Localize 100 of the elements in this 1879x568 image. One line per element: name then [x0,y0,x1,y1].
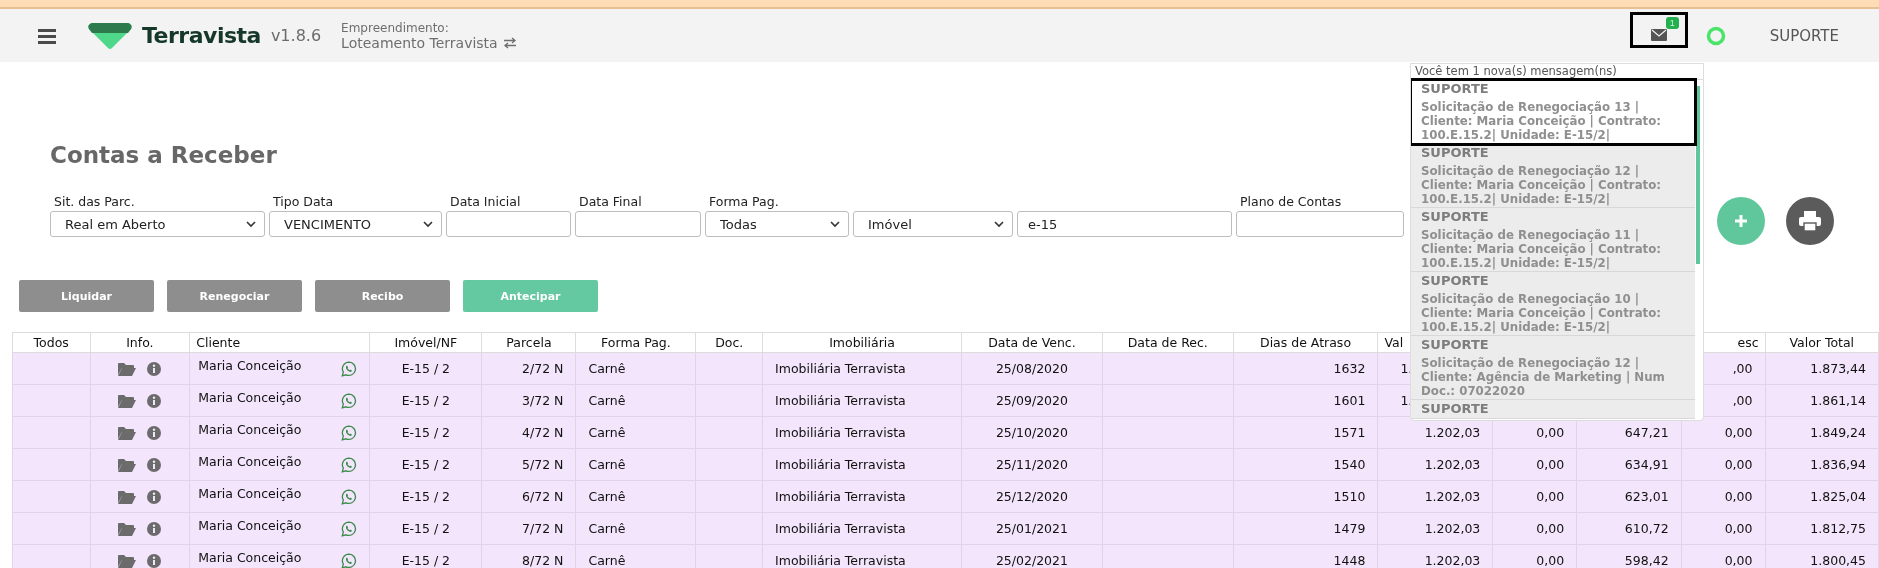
info-icon[interactable] [147,425,162,440]
table-cell: Carnê [588,361,626,376]
brand-name: Terravista [142,23,261,48]
table-cell: 25/10/2020 [995,425,1068,440]
field-label: Data Inicial [449,194,522,211]
dropdown-field[interactable]: Todas [705,211,849,237]
table-cell: 25/11/2020 [995,457,1068,472]
table-cell: 0,00 [1724,425,1753,440]
info-icon[interactable] [147,489,162,504]
logo-icon [88,22,132,49]
table-cell: Maria Conceição [198,358,302,373]
whatsapp-icon[interactable] [341,520,358,537]
column-header[interactable]: Info. [90,332,190,353]
message-text: Solicitação de Renegociação 11 | Cliente: Maria Conceição | Contrato: 100.E.15.2| Unidade: E-15/2| [1421,228,1663,270]
table-cell: E-15 / 2 [401,425,451,440]
info-icon[interactable] [147,457,162,472]
table-cell: 1632 [1333,361,1366,376]
column-header[interactable]: Cliente [189,332,370,353]
table-cell: Carnê [588,425,626,440]
folder-icon[interactable] [118,425,137,440]
table-cell: 4/72 N [522,425,564,440]
table-cell: 0,00 [1536,457,1565,472]
message-sender: SUPORTE [1421,400,1490,417]
chevron-icon [246,220,256,228]
status-ring-icon [1705,25,1726,46]
message-text: Solicitação de Renegociação 12 | Cliente: Agência de Marketing | Num Doc.: 07022020 [1421,356,1666,398]
table-cell: 3/72 N [522,393,564,408]
menu-icon[interactable] [38,27,56,44]
column-header[interactable]: Data de Venc. [961,332,1103,353]
table-cell: 623,01 [1624,489,1669,504]
info-icon[interactable] [147,393,162,408]
input-field[interactable] [575,211,701,237]
table-cell: Maria Conceição [198,486,302,501]
table-cell: 1540 [1333,457,1366,472]
table-cell: 1.825,04 [1810,489,1866,504]
project-label: Empreendimento: [341,20,450,35]
column-header[interactable]: Imobiliária [762,332,962,353]
table-cell: 1.812,75 [1810,521,1866,536]
input-field[interactable] [1236,211,1404,237]
user-menu[interactable]: SUPORTE [1763,25,1845,46]
dropdown-field[interactable]: VENCIMENTO [269,211,442,237]
field-label: Sit. das Parc. [53,194,136,211]
input-field[interactable] [446,211,571,237]
table-cell: 1.873,44 [1810,361,1866,376]
column-header[interactable]: Imóvel/NF [369,332,482,353]
field-label: Forma Pag. [708,194,780,211]
folder-icon[interactable] [118,361,137,376]
table-cell: Maria Conceição [198,550,302,565]
table-cell: Imobiliária Terravista [775,489,906,504]
column-header[interactable]: Todos [12,332,90,353]
plus-icon [1733,213,1749,229]
table-cell: 634,91 [1624,457,1669,472]
dropdown-field[interactable]: Imóvel [853,211,1013,237]
table-cell: E-15 / 2 [401,393,451,408]
whatsapp-icon[interactable] [341,552,358,568]
print-button[interactable] [1786,197,1834,245]
folder-icon[interactable] [118,457,137,472]
folder-icon[interactable] [118,521,137,536]
message-sender: SUPORTE [1421,336,1490,353]
table-cell: ,00 [1732,393,1753,408]
whatsapp-icon[interactable] [341,456,358,473]
table-cell: Maria Conceição [198,390,302,405]
dropdown-field[interactable]: Real em Aberto [50,211,265,237]
table-cell: 0,00 [1724,489,1753,504]
table-cell: Imobiliária Terravista [775,361,906,376]
input-field[interactable]: e-15 [1017,211,1232,237]
info-icon[interactable] [147,361,162,376]
info-icon[interactable] [147,553,162,568]
table-cell: Maria Conceição [198,518,302,533]
table-cell: E-15 / 2 [401,521,451,536]
whatsapp-icon[interactable] [341,424,358,441]
whatsapp-icon[interactable] [341,488,358,505]
table-cell: 0,00 [1724,457,1753,472]
message-count-badge: 1 [1665,16,1679,29]
folder-icon[interactable] [118,393,137,408]
table-cell: E-15 / 2 [401,457,451,472]
message-sender: SUPORTE [1421,80,1490,97]
column-header[interactable]: Valor Total [1765,332,1879,353]
column-header[interactable]: Dias de Atraso [1233,332,1378,353]
whatsapp-icon[interactable] [341,392,358,409]
info-icon[interactable] [147,521,162,536]
table-cell: 25/09/2020 [995,393,1068,408]
table-cell: 25/02/2021 [995,553,1068,568]
table-cell: Imobiliária Terravista [775,521,906,536]
column-header[interactable]: Data de Rec. [1102,332,1234,353]
folder-icon[interactable] [118,489,137,504]
table-cell: 1.202,03 [1424,521,1481,536]
table-cell: 6/72 N [522,489,564,504]
whatsapp-icon[interactable] [341,360,358,377]
swap-icon[interactable] [502,36,517,49]
folder-icon[interactable] [118,553,137,568]
table-cell: 1.861,14 [1810,393,1866,408]
table-cell: 0,00 [1536,521,1565,536]
scrollbar-thumb[interactable] [1696,86,1700,264]
column-header[interactable]: Forma Pag. [576,332,696,353]
table-cell: 8/72 N [522,553,564,568]
column-header[interactable]: Doc. [695,332,763,353]
chevron-icon [423,220,433,228]
message-item[interactable]: SUPORTE Solicitação de Renegociação 13 | Cliente: Maria Conceição | Contrato: 100.E.15.2| Unidade: E-15/2| [1411,80,1695,144]
column-header[interactable]: Parcela [481,332,576,353]
